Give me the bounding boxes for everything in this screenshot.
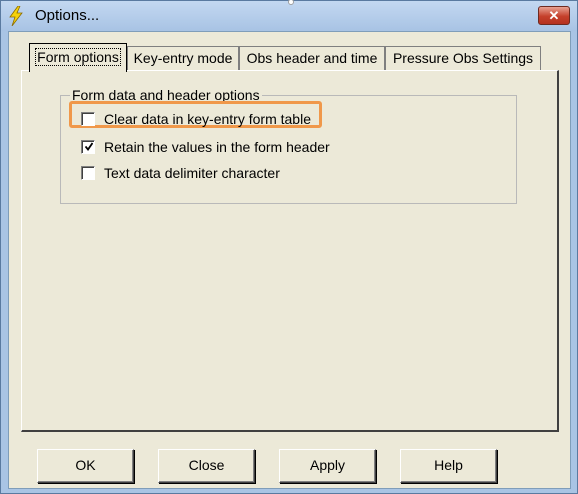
close-window-button[interactable]: ✕ xyxy=(538,6,570,25)
text-delimiter-checkbox[interactable] xyxy=(81,166,95,180)
check-mark-icon xyxy=(85,142,93,151)
clear-data-checkbox[interactable] xyxy=(81,112,95,126)
window-title: Options... xyxy=(35,7,100,24)
tab-label: Form options xyxy=(35,48,121,66)
tab-key-entry-mode[interactable]: Key-entry mode xyxy=(127,46,239,70)
title-bar[interactable]: Options... ✕ xyxy=(1,0,577,31)
clear-data-label: Clear data in key-entry form table xyxy=(104,111,311,127)
form-options-panel: Form data and header options Clear data … xyxy=(21,70,559,432)
tab-pressure-obs-settings[interactable]: Pressure Obs Settings xyxy=(385,46,541,70)
tab-label: Key-entry mode xyxy=(133,50,233,66)
retain-values-label: Retain the values in the form header xyxy=(104,139,330,155)
options-window: Options... ✕ Form options Key-entry mode… xyxy=(0,0,578,494)
dialog-body: Form options Key-entry mode Obs header a… xyxy=(8,31,571,489)
window-resize-handle[interactable] xyxy=(288,0,294,5)
close-icon: ✕ xyxy=(548,8,560,23)
apply-button[interactable]: Apply xyxy=(279,449,376,483)
lightning-bolt-icon xyxy=(9,6,23,26)
tab-label: Obs header and time xyxy=(246,50,378,66)
ok-button[interactable]: OK xyxy=(37,449,134,483)
help-button[interactable]: Help xyxy=(400,449,497,483)
close-button[interactable]: Close xyxy=(158,449,255,483)
form-data-group: Form data and header options Clear data … xyxy=(60,87,517,204)
tab-obs-header-and-time[interactable]: Obs header and time xyxy=(239,46,385,70)
tab-form-options[interactable]: Form options xyxy=(29,43,127,72)
text-delimiter-label: Text data delimiter character xyxy=(104,165,280,181)
retain-values-checkbox[interactable] xyxy=(81,140,95,154)
tab-label: Pressure Obs Settings xyxy=(392,50,534,66)
